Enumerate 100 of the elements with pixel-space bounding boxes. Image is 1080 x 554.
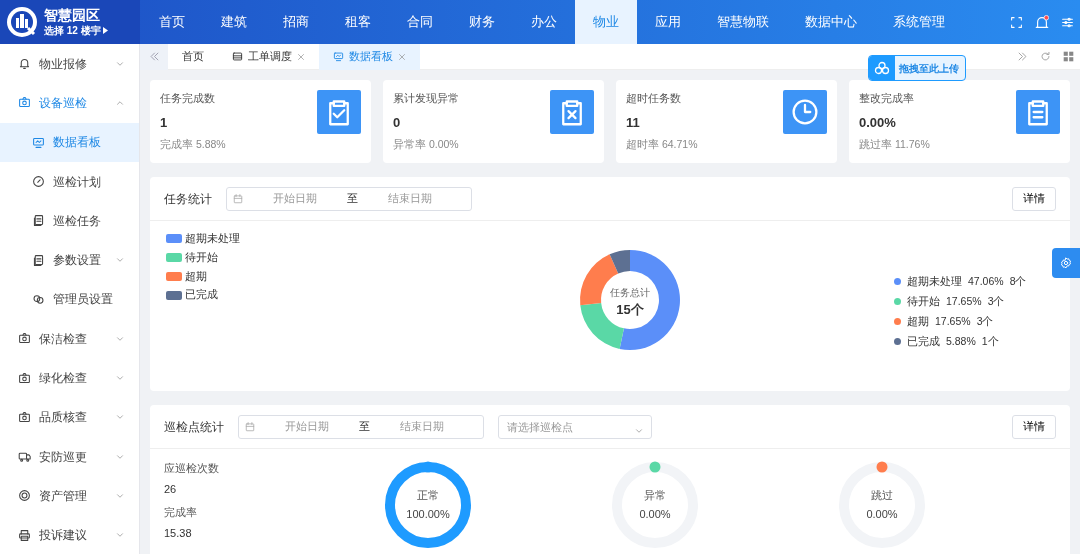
- sidebar-item[interactable]: 资产管理: [0, 476, 139, 516]
- end-date-field[interactable]: 结束日期: [376, 417, 468, 436]
- legend-label[interactable]: 超期未处理: [185, 231, 240, 247]
- stat-title: 整改完成率: [859, 91, 915, 106]
- gauge-value: 100.00%: [405, 508, 450, 520]
- donut-center-value: 15个: [616, 302, 644, 317]
- sidebar-item[interactable]: 巡检计划: [0, 161, 139, 202]
- cloud-icon: [874, 60, 890, 76]
- nav-tab[interactable]: 数据中心: [787, 0, 875, 44]
- range-separator: 至: [359, 418, 370, 434]
- nav-tab[interactable]: 首页: [141, 0, 203, 44]
- gauge-value: 0.00%: [866, 508, 898, 520]
- printer-icon: [18, 528, 31, 542]
- fullscreen-icon[interactable]: [1010, 15, 1023, 29]
- page-tab[interactable]: 工单调度: [218, 43, 319, 70]
- globe-icon: [18, 489, 31, 503]
- camera-icon: [18, 332, 31, 346]
- donut-slice[interactable]: [580, 254, 619, 306]
- nav-tab[interactable]: 建筑: [203, 0, 265, 44]
- checkpoint-select[interactable]: 请选择巡检点: [498, 414, 652, 439]
- breakdown-label: 已完成: [907, 333, 940, 349]
- settings-button[interactable]: [1052, 248, 1080, 278]
- stat-value: 1: [160, 113, 169, 132]
- sidebar-item[interactable]: 参数设置: [0, 240, 139, 280]
- chevron-icon: [115, 373, 125, 383]
- building-selector[interactable]: 选择 12 楼宇: [44, 22, 109, 38]
- truck-icon: [18, 450, 31, 464]
- stat-footer: 完成率 5.88%: [160, 137, 226, 153]
- sidebar-item[interactable]: 物业报修: [0, 44, 139, 84]
- nav-tab[interactable]: 招商: [265, 0, 327, 44]
- nav-tab[interactable]: 系统管理: [875, 0, 963, 44]
- breakdown-count: 8个: [1009, 273, 1027, 289]
- details-button[interactable]: 详情: [1012, 414, 1056, 439]
- legend-label[interactable]: 已完成: [185, 287, 218, 303]
- sidebar-item[interactable]: 品质核查: [0, 397, 139, 437]
- sidebar-item[interactable]: 投诉建议: [0, 515, 139, 554]
- gauge-label: 正常: [416, 489, 439, 501]
- stat-footer: 异常率 0.00%: [393, 137, 459, 153]
- gear-icon: [1060, 257, 1072, 269]
- start-date-field[interactable]: 开始日期: [249, 189, 341, 208]
- stat-footer: 跳过率 11.76%: [859, 137, 930, 153]
- stat-value: 0: [393, 113, 402, 132]
- sidebar-item[interactable]: 安防巡更: [0, 436, 139, 477]
- sidebar-item[interactable]: 设备巡检: [0, 83, 139, 123]
- refresh-icon[interactable]: [1040, 51, 1051, 62]
- camera-icon: [18, 96, 31, 110]
- notification-icon[interactable]: [1035, 14, 1049, 30]
- compass-icon: [32, 175, 45, 189]
- double-chevron-icon[interactable]: [1017, 51, 1028, 62]
- table-icon: [232, 51, 243, 62]
- summary-value: 26: [164, 481, 178, 497]
- calendar-icon: [233, 193, 243, 204]
- camera-icon: [18, 371, 31, 385]
- date-range-field[interactable]: 开始日期 至 结束日期: [238, 414, 484, 439]
- close-icon: [297, 52, 305, 61]
- range-separator: 至: [347, 190, 358, 206]
- monitor-icon: [333, 51, 344, 62]
- clock-icon: [791, 98, 819, 126]
- sidebar-item[interactable]: 管理员设置: [0, 279, 139, 320]
- panel-title: 巡检点统计: [164, 418, 224, 436]
- nav-tab[interactable]: 智慧物联: [699, 0, 787, 44]
- panel-title: 任务统计: [164, 190, 212, 208]
- summary-value: 15.38: [164, 526, 193, 541]
- sidebar-item[interactable]: 巡检任务: [0, 201, 139, 241]
- page-tab[interactable]: 首页: [168, 43, 218, 70]
- stat-title: 超时任务数: [626, 91, 682, 106]
- donut-slice[interactable]: [619, 250, 680, 350]
- end-date-field[interactable]: 结束日期: [364, 189, 456, 208]
- breakdown-percent: 17.65%: [935, 313, 971, 329]
- collapse-button[interactable]: [140, 43, 168, 70]
- sidebar-item[interactable]: 绿化检查: [0, 358, 139, 398]
- gauge-label: 跳过: [871, 489, 894, 501]
- breakdown-label: 超期: [907, 313, 929, 329]
- sidebar-item[interactable]: 保洁检查: [0, 319, 139, 359]
- grid-icon[interactable]: [1063, 51, 1074, 62]
- breakdown-percent: 47.06%: [968, 273, 1004, 289]
- breakdown-count: 1个: [981, 333, 999, 349]
- caret-icon: [103, 27, 109, 35]
- summary-label: 应巡检次数: [164, 461, 220, 476]
- details-button[interactable]: 详情: [1012, 186, 1056, 211]
- camera-icon: [18, 410, 31, 424]
- stat-footer: 超时率 64.71%: [626, 137, 698, 153]
- gauge-dot: [876, 461, 888, 473]
- nav-tab[interactable]: 合同: [389, 0, 451, 44]
- stat-value: 0.00%: [859, 113, 897, 132]
- nav-tab[interactable]: 租客: [327, 0, 389, 44]
- gauge-dot: [649, 461, 661, 473]
- donut-center-label: 任务总计: [610, 287, 650, 298]
- date-range-field[interactable]: 开始日期 至 结束日期: [226, 186, 472, 211]
- donut-slice[interactable]: [609, 250, 630, 274]
- settings-icon[interactable]: [1061, 15, 1074, 29]
- stat-title: 累计发现异常: [393, 91, 459, 106]
- start-date-field[interactable]: 开始日期: [261, 417, 353, 436]
- document-icon: [32, 214, 45, 228]
- nav-tab[interactable]: 应用: [637, 0, 699, 44]
- nav-tab[interactable]: 财务: [451, 0, 513, 44]
- legend-label[interactable]: 超期: [185, 268, 207, 285]
- gauge-label: 异常: [644, 489, 666, 501]
- legend-label[interactable]: 待开始: [185, 249, 218, 266]
- nav-tab[interactable]: 办公: [513, 0, 575, 44]
